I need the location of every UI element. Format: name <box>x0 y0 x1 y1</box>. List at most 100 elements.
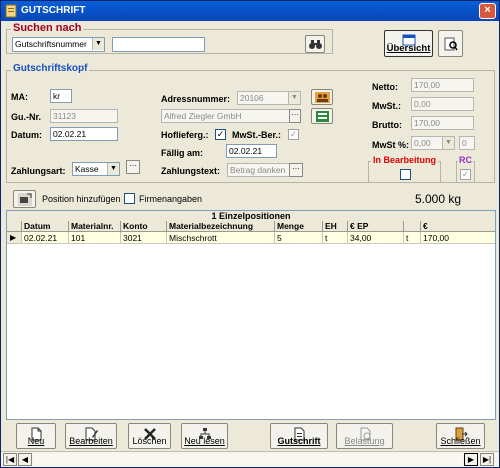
title-bar: GUTSCHRIFT × <box>1 1 499 21</box>
row-header-corner <box>7 221 22 232</box>
firmenangaben-checkbox[interactable] <box>124 193 135 204</box>
datum-field[interactable]: 02.02.21 <box>50 127 118 141</box>
netto-field: 170,00 <box>411 78 474 92</box>
column-header-datum[interactable]: Datum <box>22 221 69 232</box>
mwst-pct-value: 0,00 <box>414 138 431 148</box>
cell-datum[interactable]: 02.02.21 <box>22 232 69 244</box>
gutschrift-window: GUTSCHRIFT × Suchen nach Gutschriftsnumm… <box>0 0 500 468</box>
app-icon <box>5 4 17 18</box>
cell-menge[interactable]: 5 <box>275 232 323 244</box>
brutto-field: 170,00 <box>411 116 474 130</box>
mwst-pct-field: 0 <box>459 136 475 150</box>
cell-euro[interactable]: 170,00 <box>421 232 495 244</box>
chevron-down-icon[interactable]: ▼ <box>92 38 104 50</box>
search-mode-select[interactable]: Gutschriftsnummer ▼ <box>12 37 105 52</box>
faellig-label: Fällig am: <box>161 148 204 158</box>
mwst-ber-label: MwSt.-Ber.: <box>232 130 282 140</box>
address-card-icon <box>316 111 329 122</box>
brutto-label: Brutto: <box>372 120 402 130</box>
column-header-eh[interactable]: EH <box>323 221 348 232</box>
print-preview-button[interactable] <box>438 30 463 57</box>
loeschen-button[interactable]: Löschen <box>128 423 171 449</box>
zahlungstext-more-button[interactable]: ··· <box>289 163 303 177</box>
search-input[interactable] <box>112 37 205 52</box>
search-title: Suchen nach <box>11 22 84 34</box>
binoculars-search-button[interactable] <box>305 35 325 53</box>
adressnummer-label: Adressnummer: <box>161 94 231 104</box>
column-header-euro[interactable]: € <box>421 221 495 232</box>
row-selector[interactable]: ▶ <box>7 232 22 244</box>
column-header-ep[interactable]: € EP <box>348 221 404 232</box>
ma-label: MA: <box>11 92 28 102</box>
cell-ep[interactable]: 34,00 <box>348 232 404 244</box>
cell-konto[interactable]: 3021 <box>121 232 167 244</box>
neu-label: Neu <box>27 436 45 446</box>
neu-lesen-label: Neu lesen <box>184 436 225 446</box>
cell-materialnr[interactable]: 101 <box>69 232 121 244</box>
last-record-button[interactable]: ▶| <box>480 453 494 466</box>
position-add-button[interactable] <box>13 190 36 208</box>
address-detail-button[interactable] <box>311 108 333 124</box>
uebersicht-button[interactable]: Übersicht <box>384 30 433 57</box>
next-record-button[interactable]: ▶ <box>464 453 478 466</box>
address-book-button[interactable] <box>311 89 333 105</box>
add-position-icon <box>18 193 32 206</box>
in-bearbeitung-label: In Bearbeitung <box>371 155 439 165</box>
adresse-field: Alfred Ziegler GmbH <box>161 109 301 123</box>
column-header-menge[interactable]: Menge <box>275 221 323 232</box>
firmenangaben-label: Firmenangaben <box>139 194 203 204</box>
weight-display: 5.000 kg <box>415 192 462 206</box>
gu-nr-label: Gu.-Nr. <box>11 112 42 122</box>
chevron-down-icon: ▼ <box>442 137 454 149</box>
column-header-materialnr[interactable]: Materialnr. <box>69 221 121 232</box>
netto-label: Netto: <box>372 82 398 92</box>
zahlungstext-field: Betrag danken <box>227 163 290 177</box>
first-record-button[interactable]: |◀ <box>3 453 17 466</box>
record-scroll-track[interactable] <box>34 454 462 465</box>
cell-unit[interactable]: t <box>404 232 421 244</box>
hoflieferg-checkbox[interactable]: ✓ <box>215 129 226 140</box>
bearbeiten-label: Bearbeiten <box>69 436 113 446</box>
datum-label: Datum: <box>11 130 42 140</box>
ma-field[interactable]: kr <box>50 89 72 103</box>
mwst-field: 0,00 <box>411 97 474 111</box>
record-navigation-bar: |◀ ◀ ▶ ▶| <box>1 451 499 467</box>
print-preview-icon <box>444 37 458 51</box>
column-header-blank[interactable] <box>404 221 421 232</box>
binoculars-icon <box>309 40 322 49</box>
cell-eh[interactable]: t <box>323 232 348 244</box>
loeschen-label: Löschen <box>132 436 167 446</box>
zahlungsart-more-button[interactable]: ··· <box>126 160 140 174</box>
zahlungsart-value: Kasse <box>75 164 99 174</box>
gu-nr-field: 31123 <box>50 109 118 123</box>
adresse-more-button[interactable]: ··· <box>289 109 301 123</box>
zahlungsart-select[interactable]: Kasse ▼ <box>72 162 120 176</box>
rc-label: RC <box>458 155 473 165</box>
adressnummer-value: 20106 <box>240 93 264 103</box>
close-window-button[interactable]: × <box>479 3 496 19</box>
adressnummer-field: 20106 ▼ <box>237 91 301 105</box>
chevron-down-icon[interactable]: ▼ <box>107 163 119 175</box>
column-header-materialbezeichnung[interactable]: Materialbezeichnung <box>167 221 275 232</box>
neu-lesen-button[interactable]: Neu lesen <box>181 423 228 449</box>
positions-grid: 1 Einzelpositionen Datum Materialnr. Kon… <box>6 210 496 420</box>
column-header-konto[interactable]: Konto <box>121 221 167 232</box>
belastung-label: Belastung <box>344 436 385 446</box>
chevron-down-icon: ▼ <box>288 92 300 104</box>
bearbeiten-button[interactable]: Bearbeiten <box>65 423 117 449</box>
zahlungsart-label: Zahlungsart: <box>11 166 66 176</box>
mwst-ber-checkbox: ✓ <box>288 129 299 140</box>
gutschrift-button[interactable]: Gutschrift <box>270 423 328 449</box>
neu-button[interactable]: Neu <box>16 423 56 449</box>
search-mode-value: Gutschriftsnummer <box>15 39 87 49</box>
mwst-pct-select: 0,00 ▼ <box>411 136 455 150</box>
faellig-field[interactable]: 02.02.21 <box>226 144 277 158</box>
cell-materialbezeichnung[interactable]: Mischschrott <box>167 232 275 244</box>
schliessen-button[interactable]: Schließen <box>436 423 485 449</box>
in-bearbeitung-checkbox[interactable] <box>400 169 411 180</box>
previous-record-button[interactable]: ◀ <box>18 453 32 466</box>
window-title: GUTSCHRIFT <box>21 5 86 16</box>
zahlungstext-label: Zahlungstext: <box>161 166 221 176</box>
position-add-label: Position hinzufügen <box>42 194 121 204</box>
header-title: Gutschriftskopf <box>11 63 90 74</box>
